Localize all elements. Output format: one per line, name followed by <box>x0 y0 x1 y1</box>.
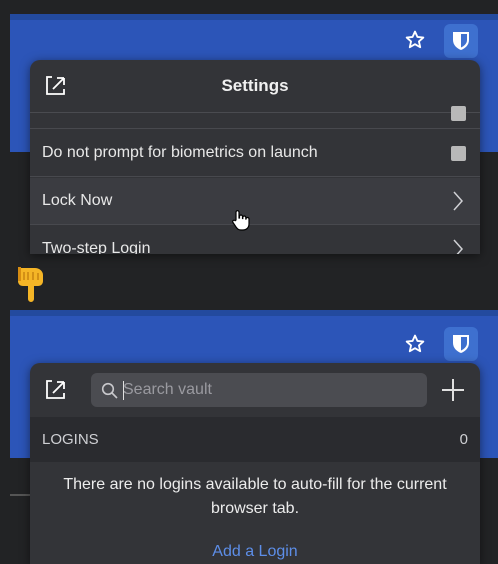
settings-row-two-step-login[interactable]: Two-step Login <box>30 226 480 254</box>
empty-state-message: There are no logins available to auto-fi… <box>63 476 447 517</box>
star-icon <box>405 30 425 49</box>
search-icon <box>101 382 118 399</box>
chevron-right-icon <box>453 239 464 254</box>
bitwarden-shield-icon <box>453 32 469 50</box>
bitwarden-shield-icon <box>453 335 469 353</box>
search-box[interactable] <box>91 373 427 407</box>
bitwarden-extension-button[interactable] <box>444 327 478 361</box>
settings-row-label: Two-step Login <box>42 240 151 254</box>
settings-row-label: Do not prompt for biometrics on launch <box>42 144 318 161</box>
settings-row-biometrics[interactable]: Do not prompt for biometrics on launch <box>30 130 480 177</box>
hand-pointer-cursor <box>232 210 250 231</box>
chevron-right-icon <box>453 191 464 211</box>
section-label: LOGINS <box>42 431 99 448</box>
add-login-link[interactable]: Add a Login <box>30 543 480 561</box>
settings-header: Settings <box>30 60 480 113</box>
toolbar-stripe <box>10 14 498 20</box>
plus-icon[interactable] <box>441 378 465 402</box>
bookmark-star-button[interactable] <box>400 329 430 359</box>
pointing-down-hand-emoji <box>18 267 43 302</box>
star-icon <box>405 334 425 353</box>
checkbox[interactable] <box>451 106 466 121</box>
page-divider-line <box>10 494 30 496</box>
settings-row-lock-now[interactable]: Lock Now <box>30 178 480 225</box>
biometrics-checkbox[interactable] <box>451 146 466 161</box>
page-title: Settings <box>221 76 289 95</box>
logins-section-header: LOGINS 0 <box>30 417 480 462</box>
text-caret <box>123 381 124 400</box>
settings-row-label: Lock Now <box>42 192 113 209</box>
popout-icon[interactable] <box>44 379 66 401</box>
bookmark-star-button[interactable] <box>400 25 430 55</box>
vault-popup: LOGINS 0 There are no logins available t… <box>30 363 480 564</box>
toolbar-stripe <box>10 310 498 316</box>
section-count: 0 <box>459 431 468 448</box>
settings-popup: Settings Do not prompt for biometrics on… <box>30 60 480 254</box>
bitwarden-extension-button[interactable] <box>444 24 478 58</box>
settings-row-partial[interactable] <box>30 106 480 129</box>
search-input[interactable] <box>123 373 413 407</box>
